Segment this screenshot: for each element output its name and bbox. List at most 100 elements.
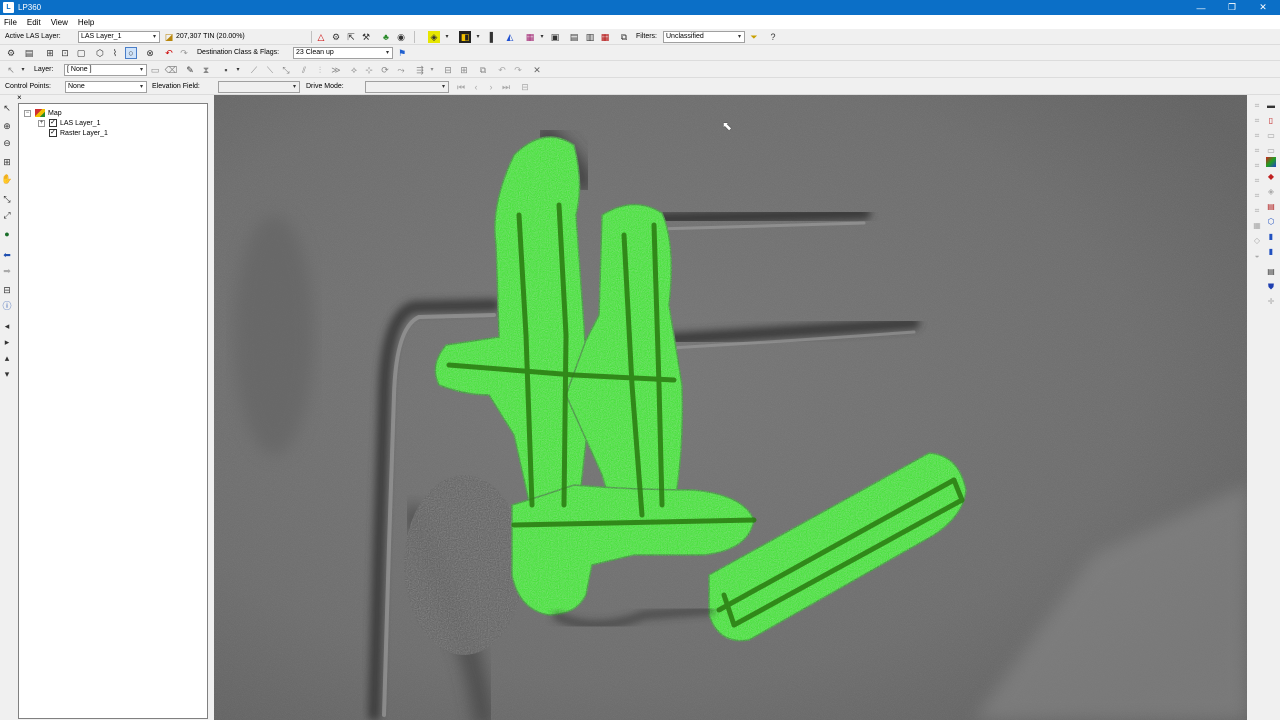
arrow-right-icon[interactable]: ▸ — [1, 336, 13, 348]
line-icon[interactable]: ⌇ — [109, 47, 121, 59]
trash-icon[interactable]: ⌫ — [165, 64, 178, 76]
tree-root-map[interactable]: − Map — [24, 108, 62, 118]
draw-icon[interactable]: ⌗ — [1252, 176, 1262, 186]
zoom-box-icon[interactable]: ⊞ — [1, 156, 13, 168]
reshape-icon[interactable]: ⤡ — [280, 64, 292, 76]
buffer-icon[interactable]: ⇶ — [414, 64, 426, 76]
chevron-down-icon[interactable]: ▾ — [536, 31, 548, 43]
previous-icon[interactable]: ‹ — [470, 81, 482, 93]
surface-icon[interactable]: ◭ — [504, 31, 516, 43]
undo-edit-icon[interactable]: ↶ — [496, 64, 508, 76]
brush-icon[interactable]: ⊗ — [144, 47, 156, 59]
fence-alt-icon[interactable]: ⊡ — [59, 47, 71, 59]
shape-icon[interactable]: ▪ — [220, 64, 232, 76]
shapes-icon[interactable]: ⬡ — [1266, 217, 1276, 227]
red-table-icon[interactable]: ▦ — [599, 31, 611, 43]
profile-icon[interactable]: ▌ — [487, 31, 499, 43]
fill-icon[interactable]: ◒ — [1252, 251, 1262, 261]
pointer-icon[interactable]: ↖ — [1, 102, 13, 114]
chevron-down-icon[interactable]: ▾ — [472, 31, 484, 43]
merge-icon[interactable]: ⧗ — [200, 64, 212, 76]
rotate-icon[interactable]: ⟳ — [379, 64, 391, 76]
shield-icon[interactable]: ⛊ — [1266, 282, 1276, 292]
first-icon[interactable]: ⏮ — [455, 81, 467, 93]
filter-icon[interactable]: ⏷ — [748, 31, 760, 43]
extend-icon[interactable]: ⤳ — [395, 64, 407, 76]
fixed-zoom-in-icon[interactable]: ⤡ — [1, 193, 13, 205]
select-view-icon[interactable]: ⌗ — [1252, 206, 1262, 216]
close-button[interactable]: ✕ — [1248, 0, 1278, 15]
layer-checkbox[interactable]: ✓ — [49, 119, 57, 127]
edit-view-icon[interactable]: ⌗ — [1252, 191, 1262, 201]
pointer-icon[interactable]: ↖ — [5, 64, 17, 76]
table-edit-icon[interactable]: ⊞ — [458, 64, 470, 76]
tools-icon[interactable]: ⚒ — [360, 31, 372, 43]
report-icon[interactable]: ▤ — [1266, 202, 1276, 212]
eraser-icon[interactable]: ◈ — [1266, 187, 1276, 197]
chevron-down-icon[interactable]: ▾ — [426, 64, 438, 76]
arrow-down-icon[interactable]: ▾ — [1, 368, 13, 380]
map-view[interactable]: ⬉ — [214, 95, 1247, 720]
menu-file[interactable]: File — [4, 18, 17, 27]
copy-icon[interactable]: ⧉ — [618, 31, 630, 43]
measure-icon[interactable]: ⊟ — [1, 284, 13, 296]
forward-extent-icon[interactable]: ➡ — [1, 265, 13, 277]
table-icon[interactable]: ▥ — [584, 31, 596, 43]
grid-icon[interactable]: ▤ — [568, 31, 580, 43]
chevron-down-icon[interactable]: ▾ — [17, 64, 29, 76]
full-extent-icon[interactable]: ● — [1, 228, 13, 240]
warning-icon[interactable]: △ — [315, 31, 327, 43]
menu-view[interactable]: View — [51, 18, 68, 27]
drive-mode-select[interactable]: ▾ — [365, 81, 449, 93]
collapse-icon[interactable]: − — [24, 109, 31, 117]
flatten-icon[interactable]: ⌗ — [1252, 161, 1262, 171]
save-icon[interactable]: ▭ — [149, 64, 161, 76]
cloud-icon[interactable]: ◇ — [1252, 236, 1262, 246]
section-icon[interactable]: ⌗ — [1252, 116, 1262, 126]
crosshair-icon[interactable]: ✛ — [1266, 297, 1276, 307]
control-points-select[interactable]: None ▾ — [65, 81, 147, 93]
active-las-select[interactable]: LAS Layer_1 ▾ — [78, 31, 160, 43]
menu-edit[interactable]: Edit — [27, 18, 41, 27]
zoom-in-icon[interactable]: ⊕ — [1, 120, 13, 132]
next-icon[interactable]: › — [485, 81, 497, 93]
tree-item-raster-layer[interactable]: ✓ Raster Layer_1 — [49, 128, 108, 138]
sample-icon[interactable]: ⌗ — [1252, 146, 1262, 156]
expand-icon[interactable]: + — [38, 119, 45, 127]
help-icon[interactable]: ? — [767, 31, 779, 43]
snap-icon[interactable]: ⫽ — [298, 64, 310, 76]
minimize-button[interactable]: — — [1186, 0, 1216, 15]
attributes-icon[interactable]: ⊟ — [442, 64, 454, 76]
chevron-down-icon[interactable]: ▾ — [441, 31, 453, 43]
slice-icon[interactable]: ⌗ — [1252, 131, 1262, 141]
back-extent-icon[interactable]: ⬅ — [1, 249, 13, 261]
clip-icon[interactable]: ⧉ — [477, 64, 489, 76]
render-mode-icon[interactable]: ◈ — [428, 31, 440, 43]
polygon-icon[interactable]: ⬡ — [94, 47, 106, 59]
rgb-icon[interactable] — [1266, 157, 1276, 167]
legend-icon[interactable]: ▤ — [1266, 267, 1276, 277]
tree-icon[interactable]: ♣ — [380, 31, 392, 43]
panel-close-icon[interactable]: × — [17, 94, 22, 102]
zoom-out-icon[interactable]: ⊖ — [1, 137, 13, 149]
densify-icon[interactable]: ⊹ — [363, 64, 375, 76]
edit-tools-icon[interactable]: ✎ — [184, 64, 196, 76]
destination-select[interactable]: 23 Clean up ▾ — [293, 47, 393, 59]
menu-help[interactable]: Help — [78, 18, 94, 27]
select-icon[interactable]: ▣ — [549, 31, 561, 43]
layer-checkbox[interactable]: ✓ — [49, 129, 57, 137]
circle-icon[interactable]: ○ — [125, 47, 137, 59]
split-icon[interactable]: ⟍ — [264, 64, 276, 76]
rectangle-icon[interactable]: ▢ — [75, 47, 87, 59]
classify-icon[interactable]: ⚙ — [5, 47, 17, 59]
cancel-icon[interactable]: ✕ — [531, 64, 543, 76]
smooth-icon[interactable]: ⟡ — [348, 64, 360, 76]
tree-item-las-layer[interactable]: + ✓ LAS Layer_1 — [38, 118, 100, 128]
arrow-up-icon[interactable]: ▴ — [1, 352, 13, 364]
class-icon[interactable]: ▦ — [524, 31, 536, 43]
last-icon[interactable]: ⏭ — [500, 81, 512, 93]
layer-select[interactable]: [ None ] ▾ — [64, 64, 147, 76]
ruler-icon[interactable]: ▬ — [1266, 101, 1276, 111]
fixed-zoom-out-icon[interactable]: ⤢ — [1, 209, 13, 221]
table-view-icon[interactable]: ▭ — [1266, 146, 1276, 156]
